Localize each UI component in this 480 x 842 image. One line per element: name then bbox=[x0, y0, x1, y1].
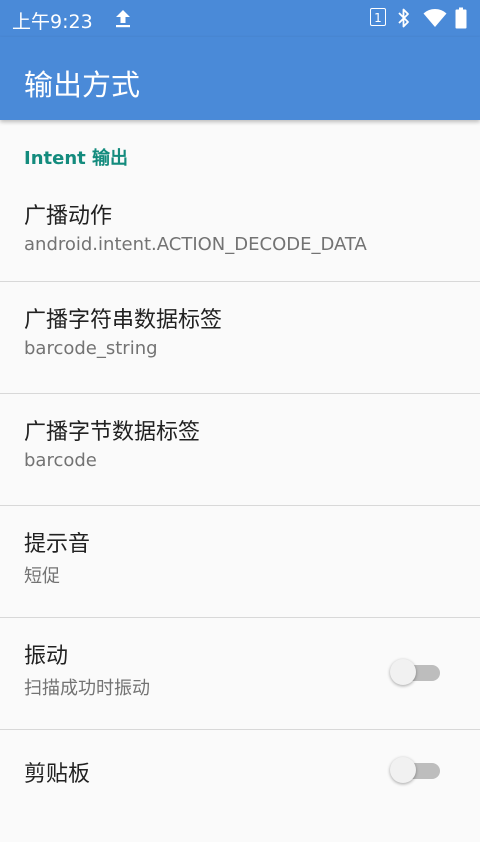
status-time: 上午9:23 bbox=[12, 11, 93, 33]
pref-clipboard[interactable]: 剪贴板 bbox=[0, 730, 480, 842]
pref-vibration[interactable]: 振动 扫描成功时振动 bbox=[0, 618, 480, 730]
pref-title: 广播字符串数据标签 bbox=[24, 308, 223, 333]
status-bar: 上午9:23 1 bbox=[0, 0, 480, 37]
pref-broadcast-byte-data-label[interactable]: 广播字节数据标签 barcode bbox=[0, 394, 480, 506]
toggle-thumb bbox=[390, 757, 416, 783]
pref-title: 提示音 bbox=[24, 532, 91, 557]
pref-title: 剪贴板 bbox=[24, 762, 91, 787]
bluetooth-icon bbox=[397, 7, 411, 33]
pref-broadcast-string-data-label[interactable]: 广播字符串数据标签 barcode_string bbox=[0, 282, 480, 394]
vibration-toggle[interactable] bbox=[390, 658, 442, 686]
pref-summary: 短促 bbox=[24, 566, 60, 587]
pref-title: 振动 bbox=[24, 644, 69, 669]
battery-icon bbox=[455, 7, 467, 33]
pref-summary: barcode bbox=[24, 450, 97, 471]
wifi-icon bbox=[423, 8, 447, 32]
page-title: 输出方式 bbox=[24, 68, 141, 102]
preference-list: Intent 输出 广播动作 android.intent.ACTION_DEC… bbox=[0, 120, 480, 842]
sim-icon: 1 bbox=[370, 8, 386, 26]
clipboard-toggle[interactable] bbox=[390, 756, 442, 784]
pref-summary: 扫描成功时振动 bbox=[24, 678, 150, 699]
pref-title: 广播动作 bbox=[24, 204, 113, 229]
pref-prompt-sound[interactable]: 提示音 短促 bbox=[0, 506, 480, 618]
pref-summary: barcode_string bbox=[24, 338, 158, 359]
upload-icon bbox=[114, 8, 132, 32]
pref-broadcast-action[interactable]: 广播动作 android.intent.ACTION_DECODE_DATA bbox=[0, 182, 480, 282]
app-bar: 输出方式 bbox=[0, 37, 480, 120]
pref-summary: android.intent.ACTION_DECODE_DATA bbox=[24, 234, 367, 255]
category-header-intent-output: Intent 输出 bbox=[24, 148, 129, 169]
pref-title: 广播字节数据标签 bbox=[24, 420, 201, 445]
toggle-thumb bbox=[390, 659, 416, 685]
